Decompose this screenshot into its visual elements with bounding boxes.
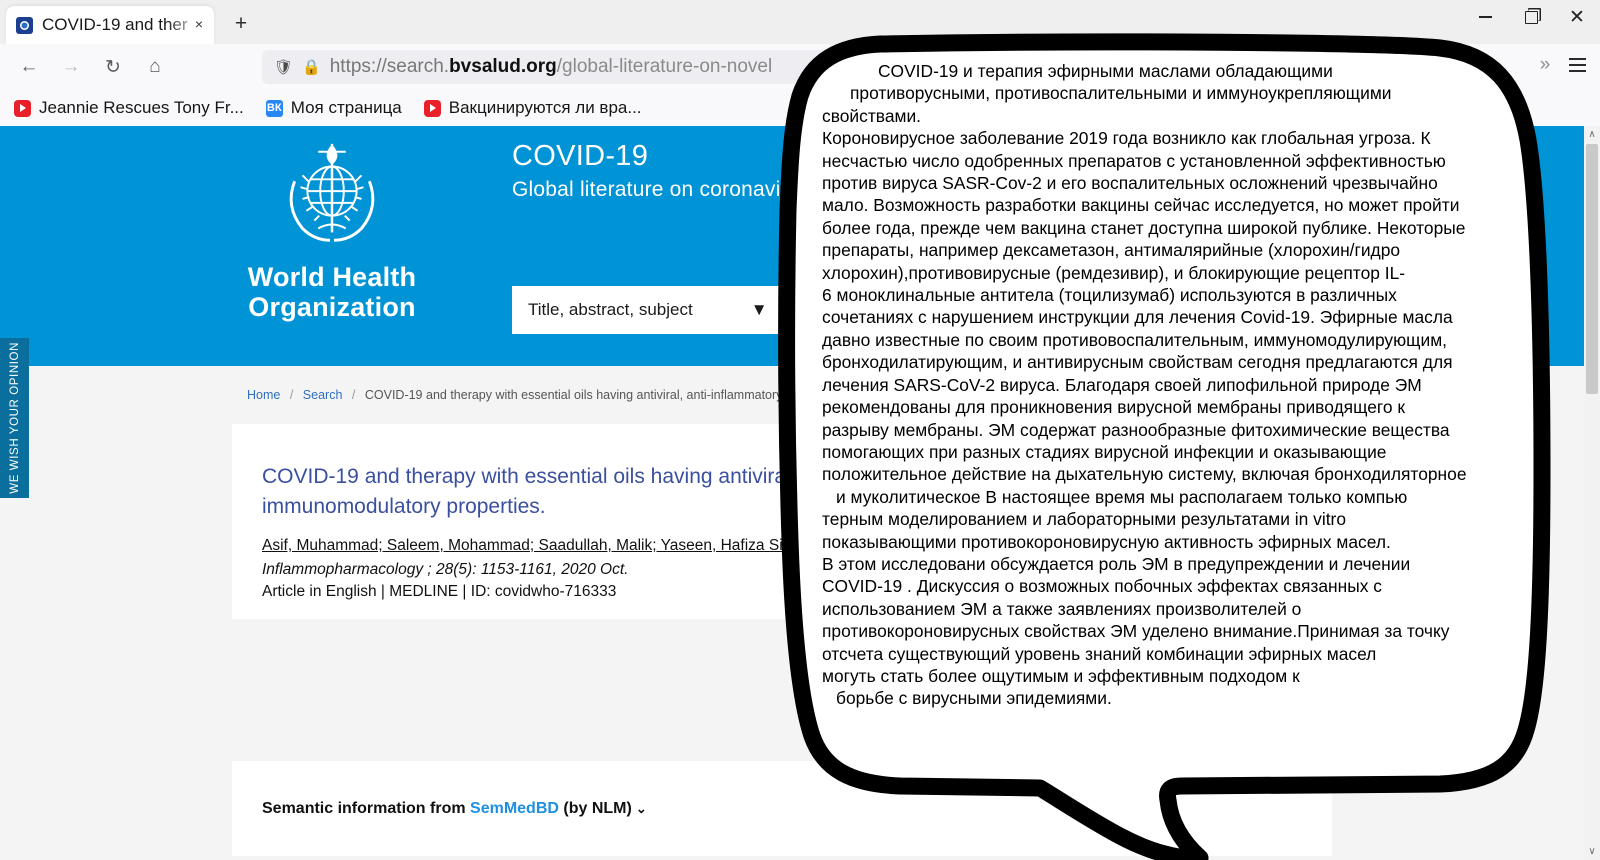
vk-icon: ВК <box>265 99 283 117</box>
tab-favicon-icon <box>16 16 33 34</box>
article-authors[interactable]: Asif, Muhammad; Saleem, Mohammad; Saadul… <box>262 534 1302 557</box>
reload-icon[interactable]: ↻ <box>96 50 130 84</box>
browser-tab-strip: COVID-19 and ther × + ✕ <box>0 0 1600 44</box>
breadcrumb-separator-2: / <box>351 388 356 402</box>
search-scope-value: Title, abstract, subject <box>528 300 693 319</box>
bookmark-item[interactable]: Jeannie Rescues Tony Fr... <box>14 98 244 118</box>
breadcrumb: Home / Search / COVID-19 and therapy wit… <box>247 388 843 402</box>
semmedbd-link[interactable]: SemMedBD <box>470 800 559 817</box>
article-journal: Inflammopharmacology ; 28(5): 1153-1161,… <box>262 561 629 579</box>
browser-tab[interactable]: COVID-19 and ther × <box>6 6 214 44</box>
semantic-info-header[interactable]: Semantic information from SemMedBD (by N… <box>262 800 647 818</box>
bookmark-item[interactable]: Вакцинируются ли вра... <box>423 98 642 118</box>
bookmark-label: Jeannie Rescues Tony Fr... <box>39 98 244 117</box>
scrollbar-thumb[interactable] <box>1586 144 1598 394</box>
youtube-icon <box>14 99 31 117</box>
close-window-button[interactable]: ✕ <box>1554 0 1600 34</box>
chevron-down-icon: ▼ <box>750 300 768 319</box>
who-logo: World Health Organization <box>243 138 421 322</box>
overflow-chevron-icon[interactable]: » <box>1530 54 1560 76</box>
site-subtitle: Global literature on coronavi <box>512 178 781 201</box>
home-icon[interactable]: ⌂ <box>138 50 172 84</box>
article-card: COVID-19 and therapy with essential oils… <box>232 424 1332 619</box>
search-scope-select[interactable]: Title, abstract, subject ▼ <box>512 286 784 334</box>
who-name-line2: Organization <box>248 292 416 323</box>
semantic-suffix: (by NLM) <box>558 799 632 817</box>
back-icon[interactable]: ← <box>12 50 46 84</box>
article-authors-text: Asif, Muhammad; Saleem, Mohammad; Saadul… <box>262 536 827 554</box>
article-meta: Article in English | MEDLINE | ID: covid… <box>262 583 617 601</box>
bookmark-item[interactable]: ВК Моя страница <box>265 98 402 118</box>
new-tab-button[interactable]: + <box>226 10 256 40</box>
minimize-button[interactable] <box>1462 0 1508 34</box>
bookmarks-bar: Jeannie Rescues Tony Fr... ВК Моя страни… <box>0 90 1600 126</box>
tab-title: COVID-19 and ther <box>42 15 188 34</box>
forward-icon[interactable]: → <box>54 50 88 84</box>
scrollbar-up-icon[interactable]: ∧ <box>1584 126 1600 143</box>
site-title-block: COVID-19 Global literature on coronavi <box>512 140 780 202</box>
who-site-header: World Health Organization COVID-19 Globa… <box>0 126 1584 366</box>
menu-icon[interactable] <box>1560 48 1594 82</box>
shield-icon: 🛡 <box>274 59 294 76</box>
maximize-button[interactable] <box>1508 0 1554 34</box>
search-bar[interactable]: Title, abstract, subject ▼ <box>512 286 1292 334</box>
url-host: bvsalud.org <box>449 56 557 77</box>
breadcrumb-separator-1: / <box>289 388 294 402</box>
who-emblem-icon <box>273 138 391 256</box>
breadcrumb-current: COVID-19 and therapy with essential oils… <box>364 388 844 402</box>
breadcrumb-home[interactable]: Home <box>247 388 280 402</box>
article-title[interactable]: COVID-19 and therapy with essential oils… <box>262 462 1302 523</box>
close-icon[interactable]: × <box>191 16 207 32</box>
vertical-scrollbar[interactable]: ∧ ∨ <box>1584 126 1600 860</box>
site-title: COVID-19 <box>512 140 649 172</box>
who-name-line1: World Health <box>247 262 417 292</box>
semantic-info-card: Semantic information from SemMedBD (by N… <box>232 761 1332 856</box>
feedback-opinion-tab[interactable]: WE WISH YOUR OPINION <box>0 338 29 498</box>
youtube-icon <box>423 99 441 117</box>
bookmark-label: Моя страница <box>290 98 402 117</box>
window-controls: ✕ <box>1462 0 1600 44</box>
url-path: /global-literature-on-novel <box>556 56 773 77</box>
screenshot-root: World Health Organization COVID-19 Globa… <box>0 0 1600 860</box>
url-scheme: https://search. <box>329 56 450 77</box>
browser-toolbar-right: » <box>1530 48 1594 82</box>
chevron-down-icon[interactable]: ⌄ <box>636 801 647 816</box>
address-bar[interactable]: 🛡 🔒 https://search. bvsalud.org/global-li… <box>262 50 1392 84</box>
article-title-line2: immunomodulatory properties. <box>262 495 546 519</box>
feedback-opinion-label: WE WISH YOUR OPINION <box>8 342 21 494</box>
breadcrumb-search[interactable]: Search <box>303 388 343 402</box>
search-divider <box>783 297 785 323</box>
article-title-line1: COVID-19 and therapy with essential oils… <box>262 465 860 488</box>
scrollbar-down-icon[interactable]: ∨ <box>1584 843 1600 860</box>
semantic-prefix: Semantic information from <box>262 799 471 817</box>
lock-icon: 🔒 <box>302 59 321 76</box>
web-page-viewport: World Health Organization COVID-19 Globa… <box>0 126 1584 860</box>
bookmark-label: Вакцинируются ли вра... <box>448 98 642 117</box>
